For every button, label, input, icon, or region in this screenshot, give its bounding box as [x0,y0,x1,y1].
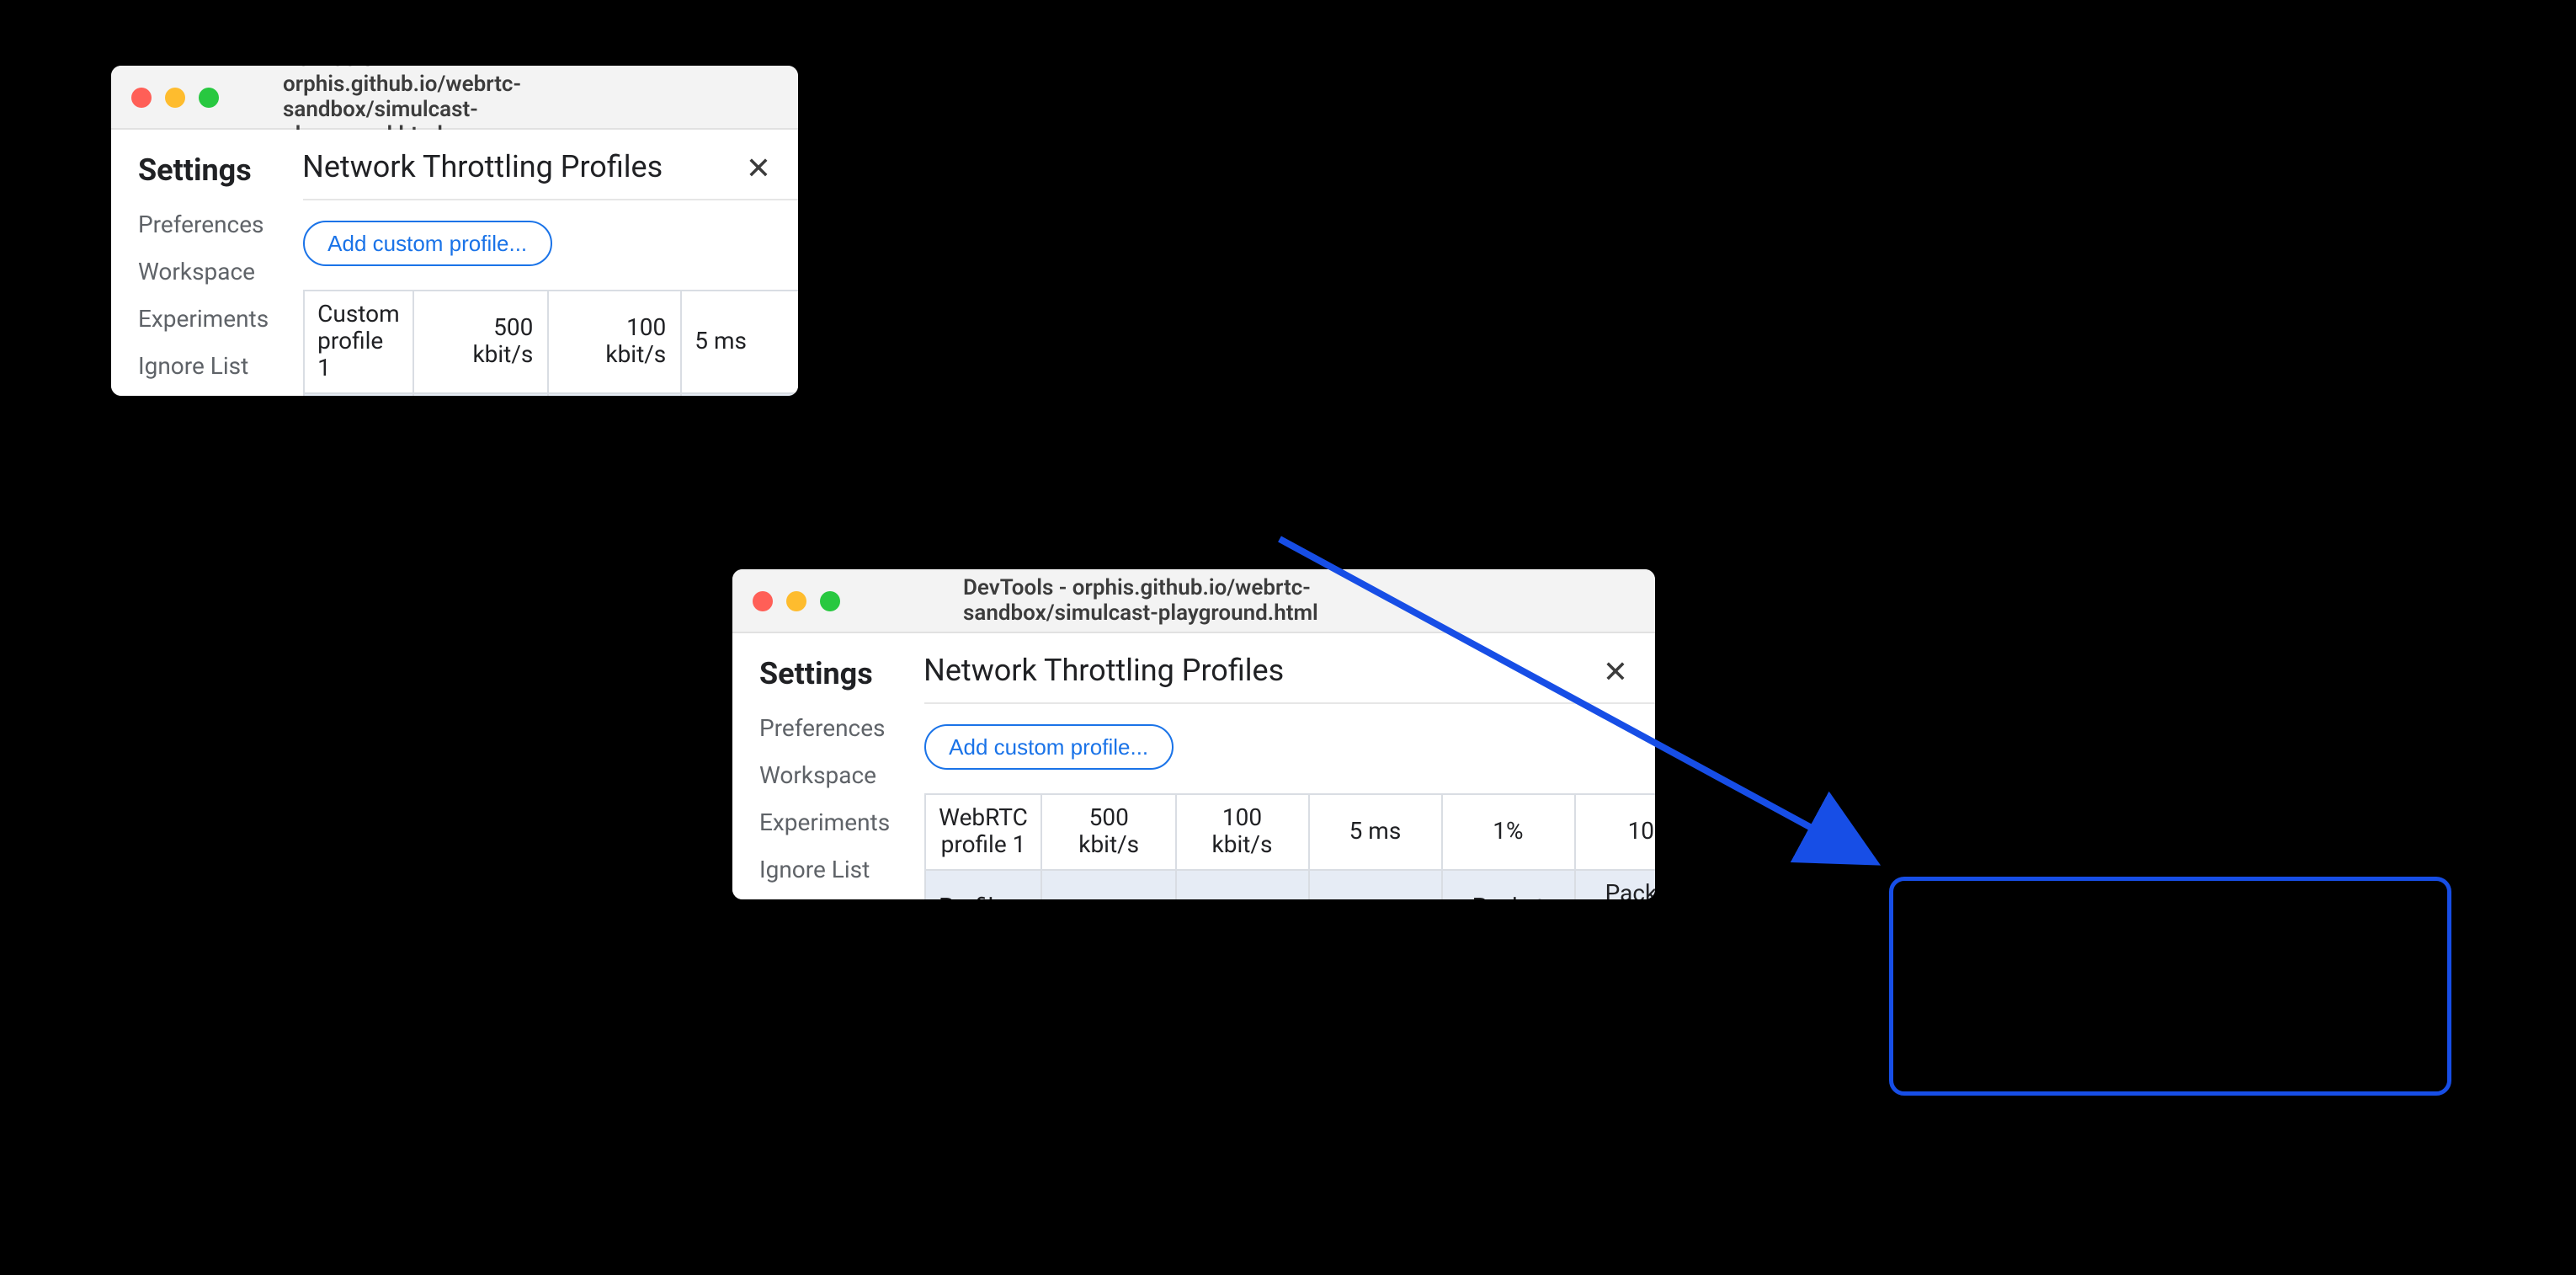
devtools-window-before: DevTools - orphis.github.io/webrtc-sandb… [111,66,798,396]
sidebar-item-experiments[interactable]: Experiments [742,800,907,847]
minimize-window-icon[interactable] [165,87,185,107]
sidebar-item-preferences[interactable]: Preferences [742,706,907,753]
header-upload: Upload [1176,870,1309,899]
maximize-window-icon[interactable] [820,590,840,611]
cell-packet-queue: 10 [1574,794,1655,870]
traffic-lights [753,590,840,611]
sidebar-item-workspace[interactable]: Workspace [742,753,907,800]
profiles-table: Custom profile 1 500 kbit/s 100 kbit/s 5… [302,290,798,396]
table-row[interactable]: Custom profile 1 500 kbit/s 100 kbit/s 5… [303,291,798,393]
sidebar-item-devices[interactable]: Devices [121,391,285,396]
window-title: DevTools - orphis.github.io/webrtc-sandb… [963,575,1424,626]
cell-name: Custom profile 1 [303,291,414,393]
settings-main: Network Throttling Profiles Add custom p… [285,130,798,396]
add-custom-profile-button[interactable]: Add custom profile... [923,724,1174,770]
window-content: ✕ Settings Preferences Workspace Experim… [732,633,1655,899]
table-header-row: Profile Name Download Upload Latency Pac… [924,870,1655,899]
settings-heading: Settings [121,153,285,202]
settings-sidebar: Settings Preferences Workspace Experimen… [732,633,907,899]
settings-sidebar: Settings Preferences Workspace Experimen… [111,130,285,396]
maximize-window-icon[interactable] [199,87,219,107]
table-row[interactable]: WebRTC profile 1 500 kbit/s 100 kbit/s 5… [924,794,1655,870]
cell-download: 500 kbit/s [414,291,548,393]
header-packet-queue: Packet Queue Length [1574,870,1655,899]
close-panel-button[interactable]: ✕ [1596,650,1635,694]
cell-name: WebRTC profile 1 [924,794,1042,870]
profiles-table: WebRTC profile 1 500 kbit/s 100 kbit/s 5… [923,793,1655,899]
page-title: Network Throttling Profiles [923,654,1655,704]
sidebar-item-workspace[interactable]: Workspace [121,249,285,296]
cell-latency: 5 ms [1308,794,1441,870]
window-content: ✕ Settings Preferences Workspace Experim… [111,130,798,396]
sidebar-item-ignore-list[interactable]: Ignore List [121,344,285,391]
sidebar-item-experiments[interactable]: Experiments [121,296,285,344]
sidebar-item-preferences[interactable]: Preferences [121,202,285,249]
cell-download: 500 kbit/s [1042,794,1176,870]
minimize-window-icon[interactable] [786,590,806,611]
cell-latency: 5 ms [680,291,798,393]
header-latency: Latency [680,393,798,396]
cell-packet-loss: 1% [1441,794,1574,870]
close-window-icon[interactable] [131,87,152,107]
sidebar-item-ignore-list[interactable]: Ignore List [742,847,907,894]
titlebar: DevTools - orphis.github.io/webrtc-sandb… [111,66,798,130]
cell-upload: 100 kbit/s [547,291,680,393]
header-upload: Upload [547,393,680,396]
close-panel-button[interactable]: ✕ [739,147,778,190]
traffic-lights [131,87,219,107]
header-latency: Latency [1308,870,1441,899]
header-name: Profile Name [924,870,1042,899]
settings-main: Network Throttling Profiles Add custom p… [907,633,1655,899]
close-window-icon[interactable] [753,590,773,611]
header-download: Download [414,393,548,396]
devtools-window-after: DevTools - orphis.github.io/webrtc-sandb… [732,569,1655,899]
settings-heading: Settings [742,657,907,706]
sidebar-item-devices[interactable]: Devices [742,894,907,899]
header-name: Profile Name [303,393,414,396]
header-download: Download [1042,870,1176,899]
cell-upload: 100 kbit/s [1176,794,1309,870]
table-header-row: Profile Name Download Upload Latency [303,393,798,396]
titlebar: DevTools - orphis.github.io/webrtc-sandb… [732,569,1655,633]
header-packet-loss: Packet Loss [1441,870,1574,899]
page-title: Network Throttling Profiles [302,150,798,200]
annotation-highlight [1889,877,2451,1096]
add-custom-profile-button[interactable]: Add custom profile... [302,221,552,266]
